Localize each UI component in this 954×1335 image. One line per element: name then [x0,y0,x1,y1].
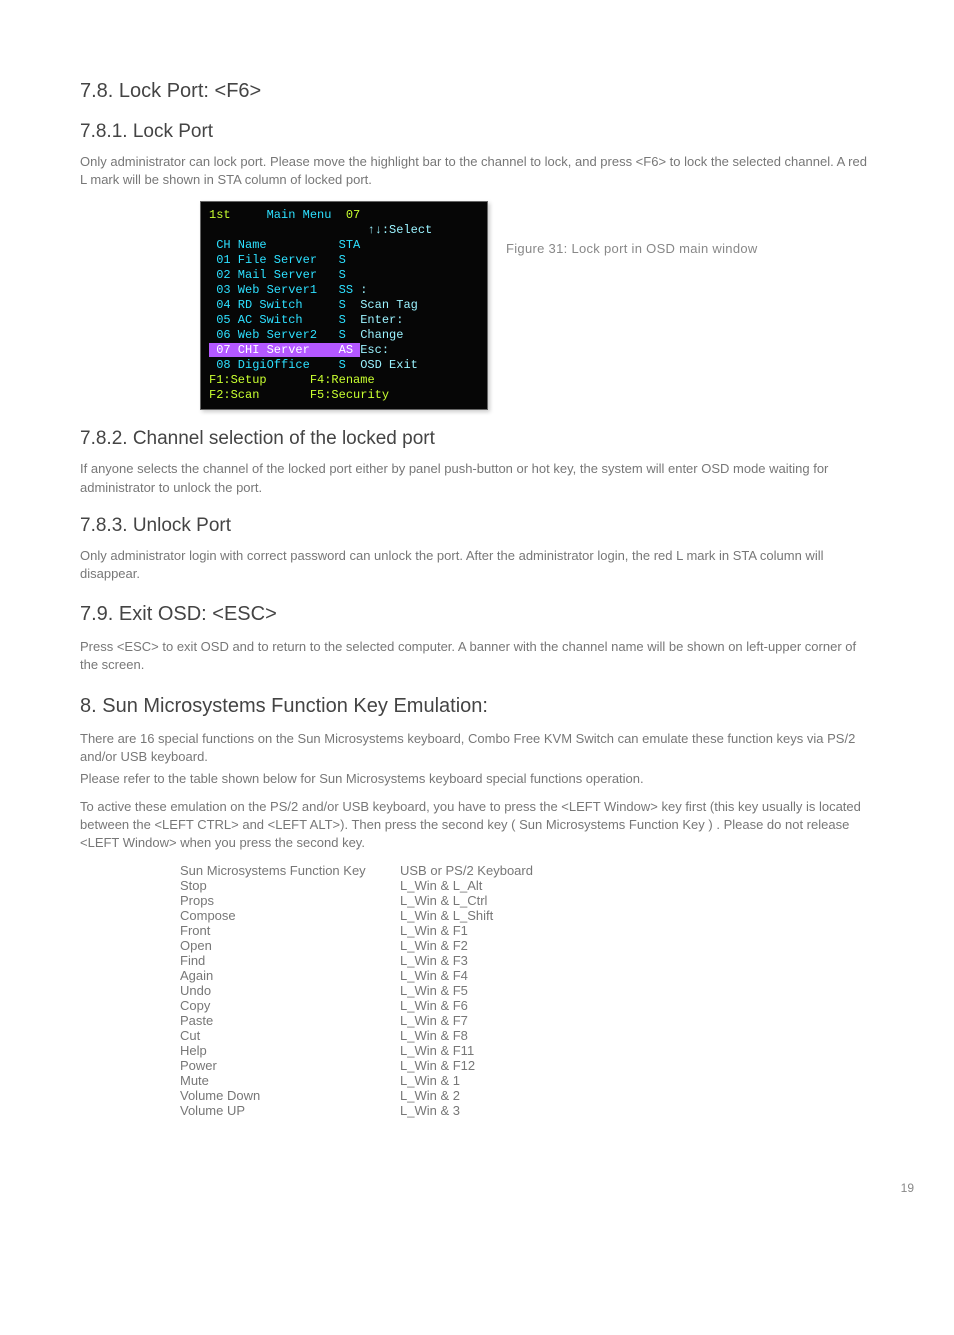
keyboard-combo: L_Win & L_Ctrl [400,893,600,908]
keyboard-combo: USB or PS/2 Keyboard [400,863,600,878]
keyboard-combo: L_Win & 1 [400,1073,600,1088]
keyboard-combo: L_Win & F12 [400,1058,600,1073]
sun-function-key: Help [180,1043,400,1058]
table-row: CutL_Win & F8 [180,1028,874,1043]
sun-function-key: Volume UP [180,1103,400,1118]
paragraph-7-9: Press <ESC> to exit OSD and to return to… [80,638,874,674]
heading-8: 8. Sun Microsystems Function Key Emulati… [80,695,874,718]
keyboard-combo: L_Win & F5 [400,983,600,998]
sun-function-key: Find [180,953,400,968]
page-number: 19 [901,1181,914,1195]
heading-7-8-2: 7.8.2. Channel selection of the locked p… [80,428,874,450]
figure-31-caption: Figure 31: Lock port in OSD main window [506,201,874,256]
table-row: ComposeL_Win & L_Shift [180,908,874,923]
paragraph-8c: To active these emulation on the PS/2 an… [80,798,874,853]
sun-function-key: Undo [180,983,400,998]
table-row: StopL_Win & L_Alt [180,878,874,893]
table-row: PropsL_Win & L_Ctrl [180,893,874,908]
sun-function-key: Sun Microsystems Function Key [180,863,400,878]
table-row: AgainL_Win & F4 [180,968,874,983]
keyboard-combo: L_Win & L_Alt [400,878,600,893]
table-row: PasteL_Win & F7 [180,1013,874,1028]
table-row: MuteL_Win & 1 [180,1073,874,1088]
keyboard-combo: L_Win & F1 [400,923,600,938]
paragraph-7-8-3: Only administrator login with correct pa… [80,547,874,583]
sun-function-key: Stop [180,878,400,893]
figure-31-row: 1st Main Menu 07 ↑↓:Select CH Name STA 0… [80,201,874,410]
sun-function-key: Copy [180,998,400,1013]
keyboard-combo: L_Win & F8 [400,1028,600,1043]
table-row: PowerL_Win & F12 [180,1058,874,1073]
sun-function-key: Compose [180,908,400,923]
table-row: Volume DownL_Win & 2 [180,1088,874,1103]
keyboard-combo: L_Win & 3 [400,1103,600,1118]
keyboard-combo: L_Win & F2 [400,938,600,953]
heading-7-8: 7.8. Lock Port: <F6> [80,80,874,103]
keyboard-combo: L_Win & L_Shift [400,908,600,923]
sun-function-key: Volume Down [180,1088,400,1103]
sun-key-table: Sun Microsystems Function KeyUSB or PS/2… [180,863,874,1118]
table-row: Sun Microsystems Function KeyUSB or PS/2… [180,863,874,878]
table-row: Volume UPL_Win & 3 [180,1103,874,1118]
table-row: FindL_Win & F3 [180,953,874,968]
sun-function-key: Front [180,923,400,938]
sun-function-key: Paste [180,1013,400,1028]
sun-function-key: Cut [180,1028,400,1043]
table-row: FrontL_Win & F1 [180,923,874,938]
paragraph-7-8-1: Only administrator can lock port. Please… [80,153,874,189]
table-row: CopyL_Win & F6 [180,998,874,1013]
paragraph-8b: Please refer to the table shown below fo… [80,770,874,788]
sun-function-key: Power [180,1058,400,1073]
table-row: HelpL_Win & F11 [180,1043,874,1058]
paragraph-8a: There are 16 special functions on the Su… [80,730,874,766]
heading-7-9: 7.9. Exit OSD: <ESC> [80,603,874,626]
keyboard-combo: L_Win & F7 [400,1013,600,1028]
osd-screenshot: 1st Main Menu 07 ↑↓:Select CH Name STA 0… [200,201,488,410]
heading-7-8-3: 7.8.3. Unlock Port [80,515,874,537]
keyboard-combo: L_Win & F6 [400,998,600,1013]
keyboard-combo: L_Win & F3 [400,953,600,968]
sun-function-key: Open [180,938,400,953]
sun-function-key: Again [180,968,400,983]
keyboard-combo: L_Win & F11 [400,1043,600,1058]
paragraph-7-8-2: If anyone selects the channel of the loc… [80,460,874,496]
keyboard-combo: L_Win & 2 [400,1088,600,1103]
table-row: UndoL_Win & F5 [180,983,874,998]
sun-function-key: Props [180,893,400,908]
keyboard-combo: L_Win & F4 [400,968,600,983]
table-row: OpenL_Win & F2 [180,938,874,953]
heading-7-8-1: 7.8.1. Lock Port [80,121,874,143]
sun-function-key: Mute [180,1073,400,1088]
